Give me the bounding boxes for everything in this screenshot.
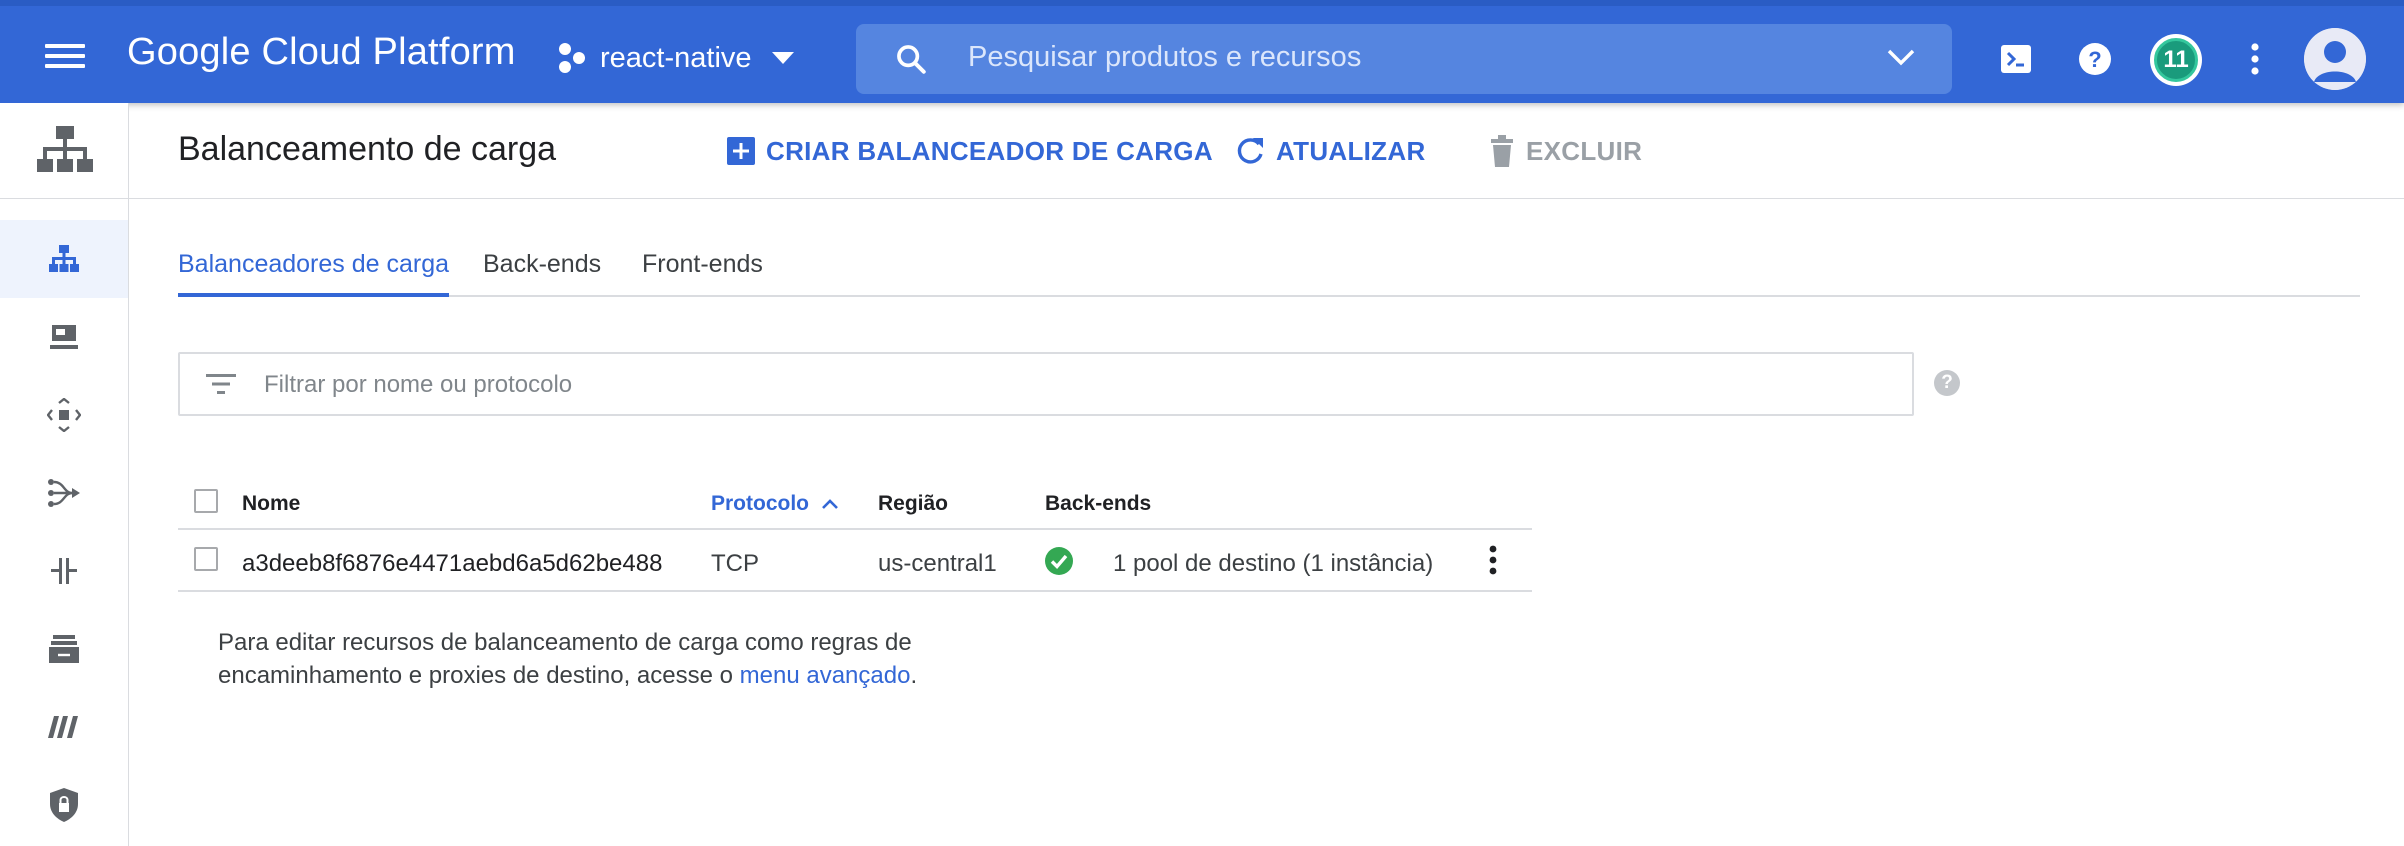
create-load-balancer-button[interactable]: CRIAR BALANCEADOR DE CARGA [726, 133, 1213, 169]
delete-label: EXCLUIR [1526, 135, 1643, 166]
nav-item-backends[interactable] [0, 298, 128, 376]
protocol-header-label: Protocolo [711, 492, 809, 515]
chevron-down-icon[interactable] [1886, 46, 1916, 68]
top-app-bar: Google Cloud Platform react-native Pesqu… [0, 0, 2404, 103]
note-text-end: . [910, 662, 918, 689]
column-header-protocol[interactable]: Protocolo [711, 492, 839, 516]
load-balancers-table: Nome Protocolo Região Back-ends a3deeb8f… [178, 474, 1532, 592]
nav-item-interconnect[interactable] [0, 532, 128, 610]
table-header: Nome Protocolo Região Back-ends [178, 474, 1532, 530]
interconnect-icon [51, 558, 77, 584]
project-name: react-native [600, 41, 752, 74]
help-icon[interactable]: ? [2073, 37, 2117, 81]
filter-input[interactable]: Filtrar por nome ou protocolo [178, 352, 1914, 416]
load-balancing-product-icon[interactable] [0, 103, 129, 199]
select-all-checkbox[interactable] [194, 489, 218, 513]
cloud-storage-icon [49, 635, 79, 663]
cloud-armor-icon [50, 788, 78, 822]
more-vert-icon[interactable] [1488, 544, 1498, 576]
user-avatar-icon [2304, 28, 2366, 90]
row-region: us-central1 [878, 550, 997, 577]
tab-load-balancers[interactable]: Balanceadores de carga [178, 250, 450, 297]
advanced-menu-link[interactable]: menu avançado [740, 662, 911, 689]
filter-list-icon [206, 374, 236, 394]
account-avatar[interactable] [2304, 28, 2366, 90]
product-logo[interactable]: Google Cloud Platform [127, 31, 516, 74]
row-backends: 1 pool de destino (1 instância) [1113, 550, 1434, 577]
search-input[interactable]: Pesquisar produtos e recursos [968, 41, 1361, 74]
cloud-shell-icon[interactable] [1994, 37, 2038, 81]
search-icon [897, 45, 926, 74]
backend-server-icon [50, 325, 78, 349]
refresh-icon [1237, 138, 1263, 164]
svg-text:?: ? [2088, 47, 2101, 72]
column-header-region[interactable]: Região [878, 492, 948, 516]
sort-ascending-icon [821, 499, 838, 509]
search-bar[interactable]: Pesquisar produtos e recursos [856, 24, 1952, 94]
column-header-backends[interactable]: Back-ends [1045, 492, 1151, 516]
row-name[interactable]: a3deeb8f6876e4471aebd6a5d62be488 [242, 550, 662, 578]
nav-item-cloud-armor[interactable] [0, 766, 128, 844]
trash-icon [1491, 135, 1513, 167]
nav-item-network-services[interactable] [0, 688, 128, 766]
row-checkbox[interactable] [194, 547, 218, 571]
page-header: Balanceamento de carga CRIAR BALANCEADOR… [129, 103, 2404, 199]
notification-count: 11 [2154, 38, 2198, 82]
row-protocol: TCP [711, 550, 759, 577]
add-box-icon [727, 137, 755, 165]
hamburger-menu-icon[interactable] [40, 36, 90, 76]
nav-item-network-endpoints[interactable] [0, 376, 128, 454]
project-hub-icon [559, 43, 585, 73]
traffic-director-icon [48, 479, 80, 507]
nav-item-traffic-director[interactable] [0, 454, 128, 532]
refresh-button[interactable]: ATUALIZAR [1234, 133, 1426, 169]
notifications-badge[interactable]: 11 [2150, 34, 2202, 86]
filter-placeholder: Filtrar por nome ou protocolo [264, 371, 573, 398]
create-label: CRIAR BALANCEADOR DE CARGA [766, 135, 1213, 166]
more-vert-icon[interactable] [2233, 37, 2277, 81]
nav-item-load-balancers[interactable] [0, 220, 128, 298]
tab-backends[interactable]: Back-ends [483, 250, 601, 297]
refresh-label: ATUALIZAR [1276, 135, 1426, 166]
page-title: Balanceamento de carga [178, 130, 557, 168]
delete-button[interactable]: EXCLUIR [1488, 133, 1642, 169]
project-selector[interactable]: react-native [556, 36, 808, 80]
load-balancer-icon [49, 245, 79, 272]
tab-bar: Balanceadores de carga Back-ends Front-e… [178, 230, 2360, 297]
network-endpoint-icon [47, 398, 81, 432]
healthy-check-icon [1045, 547, 1073, 575]
left-navigation [0, 103, 129, 846]
chevron-down-icon [771, 52, 794, 64]
column-header-name[interactable]: Nome [242, 492, 300, 516]
table-row[interactable]: a3deeb8f6876e4471aebd6a5d62be488 TCP us-… [178, 530, 1532, 592]
advanced-menu-note: Para editar recursos de balanceamento de… [218, 626, 978, 692]
filter-help-icon[interactable]: ? [1934, 370, 1960, 396]
network-service-icon [48, 716, 78, 738]
tab-frontends[interactable]: Front-ends [642, 250, 763, 297]
nav-item-storage[interactable] [0, 610, 128, 688]
